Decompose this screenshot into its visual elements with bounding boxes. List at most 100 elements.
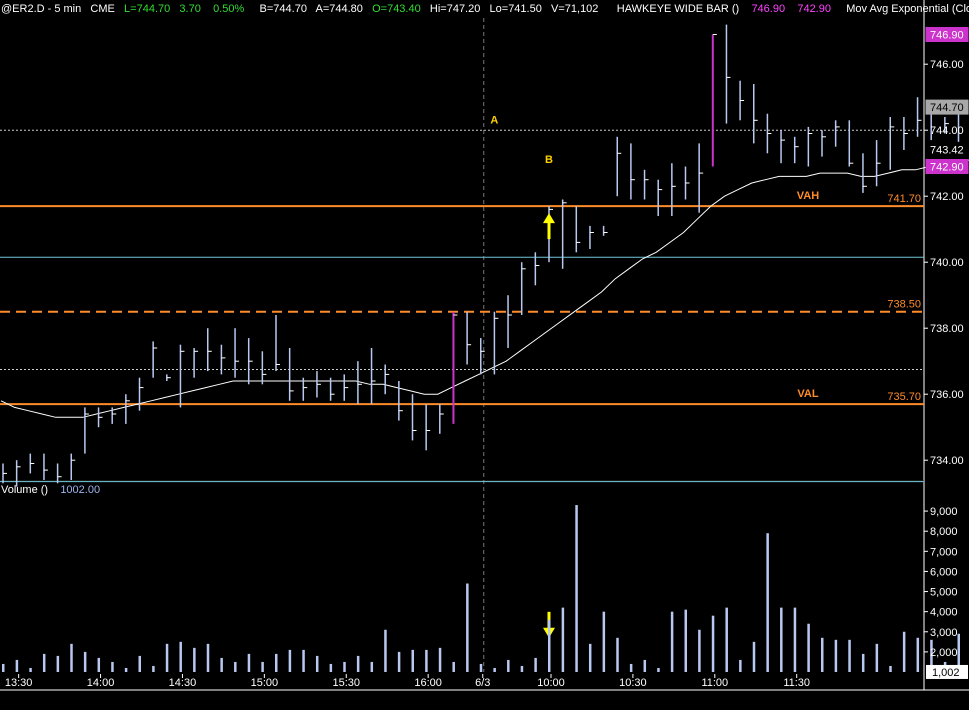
- volume-bar: [70, 643, 73, 672]
- volume-bar: [670, 611, 674, 672]
- volume-bar: [684, 609, 687, 672]
- volume-bar: [315, 655, 319, 672]
- price-tag-label-2: 743.42: [930, 144, 964, 156]
- time-tick-label: 6/3: [475, 677, 490, 689]
- level-label-0: 741.70: [887, 193, 921, 205]
- volume-bar: [479, 663, 483, 672]
- price-tick-label: 734.00: [930, 455, 964, 467]
- volume-bar: [466, 583, 469, 672]
- volume-tick-label: 5,000: [930, 587, 958, 599]
- volume-bar: [452, 661, 455, 672]
- volume-bar: [602, 611, 606, 672]
- price-tag-label-3: 742.90: [930, 162, 964, 174]
- price-tick-label: 744.00: [930, 125, 964, 137]
- price-tick-label: 736.00: [930, 389, 964, 401]
- volume-bar: [56, 655, 60, 672]
- volume-bar: [206, 643, 210, 672]
- annotation-a: A: [490, 115, 498, 127]
- volume-bar: [261, 661, 264, 672]
- volume-bar: [165, 643, 169, 672]
- price-tag-label-0: 746.90: [930, 30, 964, 42]
- volume-bar: [288, 649, 292, 672]
- volume-tick-label: 3,000: [930, 627, 958, 639]
- volume-bar: [575, 505, 578, 672]
- volume-bar: [29, 667, 32, 672]
- time-tick-label: 11:30: [783, 677, 810, 689]
- volume-bar: [548, 619, 551, 672]
- volume-bar: [397, 651, 401, 672]
- volume-tick-label: 9,000: [930, 506, 958, 518]
- volume-bar: [193, 647, 196, 672]
- volume-bar: [15, 659, 19, 672]
- level-tag-vah: VAH: [797, 190, 819, 202]
- up-arrow-icon: [543, 213, 555, 240]
- volume-bar: [124, 667, 128, 672]
- volume-bar: [152, 665, 155, 672]
- volume-bar: [83, 651, 87, 672]
- level-label-1: 738.50: [887, 299, 921, 311]
- volume-bar: [534, 657, 537, 672]
- volume-bar: [916, 637, 920, 672]
- volume-bar: [247, 653, 251, 672]
- annotation-b: B: [545, 154, 553, 166]
- volume-bar: [739, 659, 742, 672]
- price-tick-label: 746.00: [930, 59, 964, 71]
- volume-bar: [438, 647, 442, 672]
- time-tick-label: 10:30: [619, 677, 647, 689]
- price-tick-label: 740.00: [930, 257, 964, 269]
- time-tick-label: 16:00: [414, 677, 442, 689]
- volume-bar: [848, 639, 851, 672]
- volume-tag-label: 1,002: [932, 667, 960, 679]
- volume-bar: [111, 661, 114, 672]
- volume-bar: [356, 655, 360, 672]
- ema-line: [0, 159, 969, 418]
- volume-bar: [861, 653, 865, 672]
- level-label-2: 735.70: [887, 391, 921, 403]
- volume-bar: [616, 637, 619, 672]
- volume-tick-label: 2,000: [930, 647, 958, 659]
- volume-bar: [821, 637, 824, 672]
- volume-tick-label: 4,000: [930, 607, 958, 619]
- volume-bar: [97, 657, 101, 672]
- volume-bar: [384, 629, 387, 672]
- volume-bar: [329, 663, 333, 672]
- volume-bar: [42, 653, 46, 672]
- volume-bar: [629, 663, 633, 672]
- time-tick-label: 10:00: [537, 677, 565, 689]
- volume-tick-label: 7,000: [930, 546, 958, 558]
- volume-bar: [138, 655, 141, 672]
- time-tick-label: 13:30: [5, 677, 33, 689]
- time-tick-label: 11:00: [701, 677, 728, 689]
- volume-bar: [643, 659, 647, 672]
- volume-bar: [493, 667, 496, 672]
- volume-bar: [657, 667, 660, 672]
- price-tag-label-1: 744.70: [930, 102, 964, 114]
- volume-bar: [220, 657, 223, 672]
- volume-bar: [234, 661, 237, 672]
- volume-tick-label: 6,000: [930, 566, 958, 578]
- volume-bar: [875, 643, 879, 672]
- volume-bar: [370, 661, 374, 672]
- volume-bar: [834, 639, 838, 672]
- volume-bar: [725, 607, 728, 672]
- time-tick-label: 15:30: [332, 677, 360, 689]
- volume-bar: [588, 643, 592, 672]
- volume-bar: [302, 649, 305, 672]
- level-tag-val: VAL: [797, 388, 818, 400]
- volume-bar: [698, 629, 701, 672]
- volume-bar: [179, 641, 182, 672]
- volume-bar: [793, 607, 797, 672]
- time-tick-label: 14:00: [87, 677, 115, 689]
- price-volume-chart[interactable]: 741.70 VAH 738.50 735.70 VAL A B 734.00 736.00 73…: [0, 0, 969, 710]
- volume-bar: [711, 615, 715, 672]
- volume-tick-label: 8,000: [930, 526, 958, 538]
- volume-bar: [2, 663, 5, 672]
- time-tick-label: 15:00: [251, 677, 279, 689]
- time-tick-label: 14:30: [169, 677, 197, 689]
- volume-bar: [780, 607, 783, 672]
- volume-bar: [411, 649, 414, 672]
- price-tick-label: 742.00: [930, 191, 964, 203]
- volume-bar: [520, 665, 524, 672]
- price-tick-label: 738.00: [930, 323, 964, 335]
- volume-bar: [752, 641, 756, 672]
